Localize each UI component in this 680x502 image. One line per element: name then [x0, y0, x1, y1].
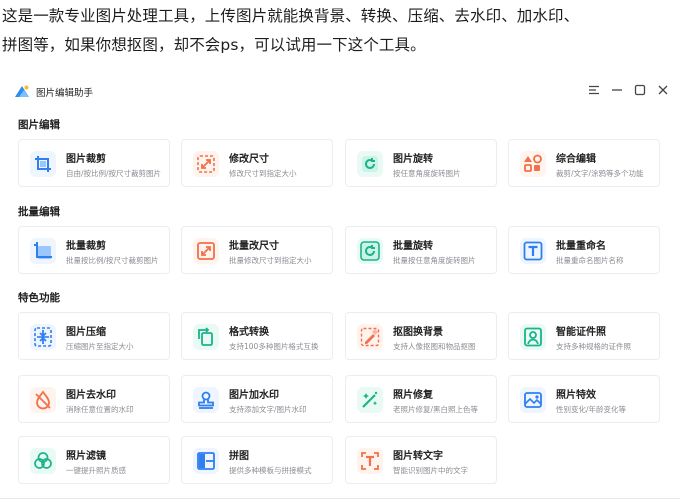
- card-photo-repair[interactable]: 照片修复 老照片修复/黑白照上色等: [345, 375, 497, 423]
- card-description: 批量修改尺寸到指定大小: [229, 256, 312, 265]
- rotate-icon: [357, 151, 383, 177]
- card-photo-effects[interactable]: 照片特效 性别变化/年龄变化等: [508, 375, 660, 423]
- section-title-batch-edit: 批量编辑: [18, 206, 60, 218]
- photo-effect-icon: [520, 387, 546, 413]
- card-batch-crop[interactable]: 批量裁剪 批量按比例/按尺寸裁剪图片: [18, 226, 170, 274]
- filter-icon: [30, 448, 56, 474]
- card-description: 修改尺寸到指定大小: [229, 169, 297, 178]
- card-description: 消除任意位置的水印: [66, 405, 134, 414]
- card-photo-filter[interactable]: 照片滤镜 一键提升照片质感: [18, 436, 170, 484]
- card-description: 按任意角度旋转图片: [393, 169, 461, 178]
- rename-icon: [520, 238, 546, 264]
- card-title: 图片旋转: [393, 154, 433, 165]
- card-cutout-background[interactable]: 抠图换背景 支持人像抠图和物品抠图: [345, 312, 497, 360]
- card-title: 批量裁剪: [66, 241, 106, 252]
- section-title-features: 特色功能: [18, 292, 60, 304]
- card-title: 格式转换: [229, 327, 269, 338]
- card-title: 图片去水印: [66, 390, 116, 401]
- card-title: 批量旋转: [393, 241, 433, 252]
- card-description: 自由/按比例/按尺寸裁剪图片: [66, 169, 162, 178]
- batch-rotate-icon: [357, 238, 383, 264]
- section-title-image-edit: 图片编辑: [18, 119, 60, 131]
- card-image-to-text[interactable]: 图片转文字 智能识别图片中的文字: [345, 436, 497, 484]
- app-title: 图片编辑助手: [36, 88, 94, 99]
- card-description: 支持100多种图片格式互换: [229, 342, 319, 351]
- crop-icon: [30, 151, 56, 177]
- card-title: 智能证件照: [556, 327, 606, 338]
- card-title: 批量重命名: [556, 241, 606, 252]
- card-title: 图片压缩: [66, 327, 106, 338]
- card-comprehensive-edit[interactable]: 综合编辑 裁剪/文字/涂鸦等多个功能: [508, 139, 660, 187]
- cutout-icon: [357, 324, 383, 350]
- card-title: 拼图: [229, 451, 249, 462]
- card-title: 照片滤镜: [66, 451, 106, 462]
- intro-text: 这是一款专业图片处理工具，上传图片就能换背景、转换、压缩、去水印、加水印、 拼图…: [2, 2, 678, 60]
- card-description: 压缩图片至指定大小: [66, 342, 134, 351]
- ocr-icon: [357, 448, 383, 474]
- shapes-icon: [520, 151, 546, 177]
- card-description: 支持添加文字/图片水印: [229, 405, 307, 414]
- resize-icon: [193, 151, 219, 177]
- card-title: 抠图换背景: [393, 327, 443, 338]
- app-logo-icon: [14, 84, 30, 100]
- card-compress[interactable]: 图片压缩 压缩图片至指定大小: [18, 312, 170, 360]
- collage-icon: [193, 448, 219, 474]
- bottom-divider: [0, 498, 680, 499]
- card-batch-rotate[interactable]: 批量旋转 批量按任意角度旋转图片: [345, 226, 497, 274]
- add-watermark-icon: [193, 387, 219, 413]
- card-description: 批量按任意角度旋转图片: [393, 256, 476, 265]
- intro-line-2: 拼图等，如果你想抠图，却不会ps，可以试用一下这个工具。: [2, 36, 426, 54]
- card-image-crop[interactable]: 图片裁剪 自由/按比例/按尺寸裁剪图片: [18, 139, 170, 187]
- card-title: 综合编辑: [556, 154, 596, 165]
- card-format-convert[interactable]: 格式转换 支持100多种图片格式互换: [181, 312, 333, 360]
- card-add-watermark[interactable]: 图片加水印 支持添加文字/图片水印: [181, 375, 333, 423]
- card-title: 图片加水印: [229, 390, 279, 401]
- card-description: 批量按比例/按尺寸裁剪图片: [66, 256, 159, 265]
- card-rotate[interactable]: 图片旋转 按任意角度旋转图片: [345, 139, 497, 187]
- maximize-icon[interactable]: [633, 83, 647, 97]
- card-title: 图片转文字: [393, 451, 443, 462]
- batch-resize-icon: [193, 238, 219, 264]
- card-description: 支持多种规格的证件照: [556, 342, 631, 351]
- app-window: 图片编辑助手 图片编辑 图片裁剪 自由/按比例/按尺寸裁剪图片 修改尺寸 修改尺…: [0, 74, 680, 502]
- card-description: 裁剪/文字/涂鸦等多个功能: [556, 169, 644, 178]
- remove-watermark-icon: [30, 387, 56, 413]
- card-remove-watermark[interactable]: 图片去水印 消除任意位置的水印: [18, 375, 170, 423]
- card-description: 智能识别图片中的文字: [393, 466, 468, 475]
- card-resize[interactable]: 修改尺寸 修改尺寸到指定大小: [181, 139, 333, 187]
- card-title: 图片裁剪: [66, 154, 106, 165]
- card-batch-resize[interactable]: 批量改尺寸 批量修改尺寸到指定大小: [181, 226, 333, 274]
- card-id-photo[interactable]: 智能证件照 支持多种规格的证件照: [508, 312, 660, 360]
- card-title: 修改尺寸: [229, 154, 269, 165]
- compress-icon: [30, 324, 56, 350]
- card-description: 性别变化/年龄变化等: [556, 405, 627, 414]
- menu-icon[interactable]: [587, 83, 601, 97]
- card-batch-rename[interactable]: 批量重命名 批量重命名图片名称: [508, 226, 660, 274]
- card-description: 一键提升照片质感: [66, 466, 126, 475]
- photo-repair-icon: [357, 387, 383, 413]
- card-title: 照片特效: [556, 390, 596, 401]
- card-description: 提供多种模板与拼接模式: [229, 466, 312, 475]
- window-controls: [587, 83, 670, 97]
- card-description: 支持人像抠图和物品抠图: [393, 342, 476, 351]
- close-icon[interactable]: [656, 83, 670, 97]
- batch-crop-icon: [30, 238, 56, 264]
- id-photo-icon: [520, 324, 546, 350]
- card-description: 老照片修复/黑白照上色等: [393, 405, 479, 414]
- intro-line-1: 这是一款专业图片处理工具，上传图片就能换背景、转换、压缩、去水印、加水印、: [2, 7, 580, 25]
- convert-icon: [193, 324, 219, 350]
- minimize-icon[interactable]: [610, 83, 624, 97]
- card-description: 批量重命名图片名称: [556, 256, 624, 265]
- card-title: 批量改尺寸: [229, 241, 279, 252]
- card-collage[interactable]: 拼图 提供多种模板与拼接模式: [181, 436, 333, 484]
- title-bar: 图片编辑助手: [0, 74, 680, 108]
- card-title: 照片修复: [393, 390, 433, 401]
